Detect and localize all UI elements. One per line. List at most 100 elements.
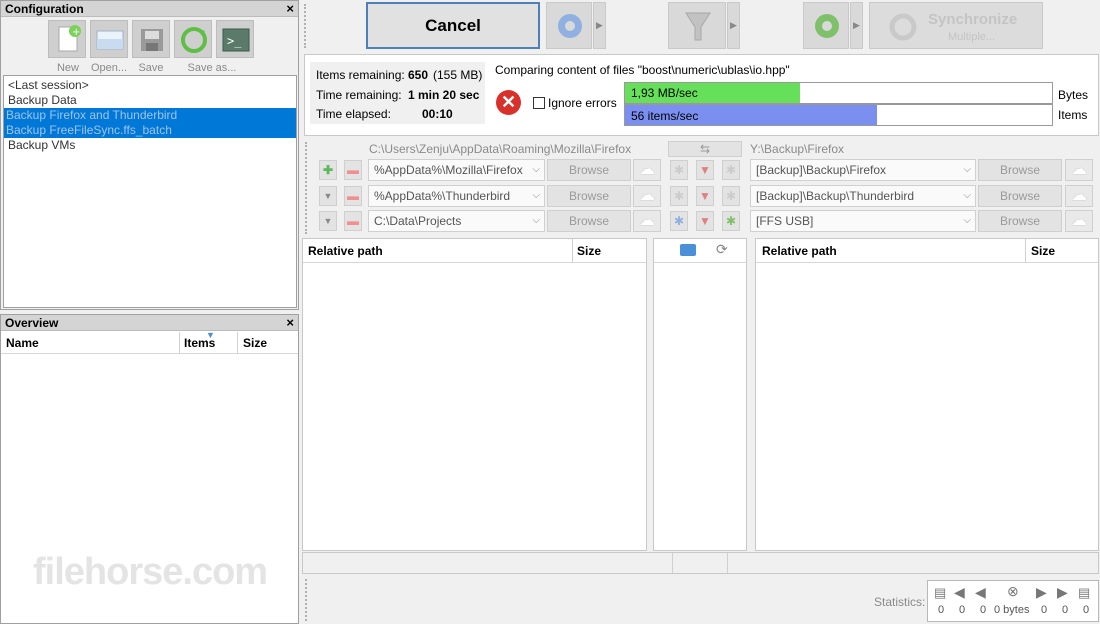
pair-compare-settings-icon[interactable]: ✱ [670,186,688,206]
close-icon[interactable]: × [286,1,294,16]
open-config-button[interactable] [90,20,128,58]
compare-settings-button[interactable] [546,2,592,49]
svg-text:+: + [72,27,80,38]
stat-value: 0 [1062,604,1069,616]
config-item[interactable]: Backup Data [6,93,296,108]
time-elapsed-value: 00:10 [422,107,453,121]
right-folder-input[interactable]: [FFS USB] ⌵ [750,210,976,232]
bytes-label: Bytes [1058,88,1089,102]
filter-dropdown-button[interactable]: ▶ [727,2,740,49]
new-config-button[interactable]: + [48,20,86,58]
pair-sync-settings-icon[interactable]: ✱ [722,160,740,180]
status-text: Comparing content of files "boost\numeri… [495,63,790,77]
browse-right-button[interactable]: Browse [978,159,1062,181]
cloud-icon[interactable]: ☁ [633,159,661,181]
column-relative-path[interactable]: Relative path [762,239,837,263]
sync-settings-button[interactable] [803,2,849,49]
right-grid-header: Relative path Size [756,239,1098,263]
bytes-progress-bar: 1,93 MB/sec [624,82,1053,104]
cloud-icon[interactable]: ☁ [1065,185,1093,207]
time-remaining-label: Time remaining: [316,88,402,102]
watermark-logo: filehorse.com [33,551,268,593]
right-folder-input[interactable]: [Backup]\Backup\Thunderbird ⌵ [750,185,976,207]
remove-folder-pair-button[interactable]: ▬ [344,211,362,231]
browse-right-button[interactable]: Browse [978,210,1062,232]
remove-folder-pair-button[interactable]: ▬ [344,186,362,206]
splitter-grip[interactable] [304,4,307,48]
statistics-box: ▤ ◀ ◀ ⊗ ▶ ▶ ▤ 0 0 0 0 bytes 0 0 0 [927,580,1099,622]
pair-compare-settings-icon[interactable]: ✱ [670,211,688,231]
open-config-icon [96,30,124,50]
right-folder-input[interactable]: [Backup]\Backup\Firefox ⌵ [750,159,976,181]
middle-grid: ⟳ [653,238,747,551]
statistics-label: Statistics: [874,595,926,609]
swap-sides-button[interactable]: ⇆ [668,141,742,157]
create-right-icon: ▶ [1036,584,1047,600]
move-down-button[interactable]: ▼ [319,211,337,231]
right-file-grid: Relative path Size [755,238,1099,551]
cloud-icon[interactable]: ☁ [633,185,661,207]
batch-job-button[interactable]: >_ [216,20,254,58]
save-button[interactable] [132,20,170,58]
synchronize-button[interactable]: Synchronize Multiple... [869,2,1043,49]
gear-icon [815,14,839,38]
ignore-errors-checkbox[interactable] [533,97,545,109]
left-folder-input[interactable]: C:\Data\Projects ⌵ [368,210,545,232]
overview-panel: Overview × Name Items ▼ Size filehorse.c… [0,314,299,624]
cancel-button[interactable]: Cancel [366,2,540,49]
cloud-icon[interactable]: ☁ [633,210,661,232]
ignore-errors-label[interactable]: Ignore errors [548,96,617,110]
sync-icon [889,13,917,41]
pair-filter-icon[interactable]: ▼ [696,186,714,206]
config-item[interactable]: Backup FreeFileSync.ffs_batch [4,123,296,138]
cloud-icon[interactable]: ☁ [1065,210,1093,232]
move-down-button[interactable]: ▼ [319,186,337,206]
browse-left-button[interactable]: Browse [547,210,631,232]
filter-icon [685,12,711,41]
browse-left-button[interactable]: Browse [547,159,631,181]
items-label: Items [1058,108,1088,122]
pair-compare-settings-icon[interactable]: ✱ [670,160,688,180]
create-left-icon: ▤ [934,585,947,600]
column-size[interactable]: Size [1031,239,1055,263]
items-progress-bar: 56 items/sec [624,104,1053,126]
column-name[interactable]: Name [6,332,39,354]
left-folder-input[interactable]: %AppData%\Mozilla\Firefox ⌵ [368,159,545,181]
update-left-icon: ◀ [954,584,965,600]
remove-folder-pair-button[interactable]: ▬ [344,160,362,180]
pair-filter-icon[interactable]: ▼ [696,160,714,180]
config-item[interactable]: <Last session> [6,78,296,93]
compare-dropdown-button[interactable]: ▶ [593,2,606,49]
filter-button[interactable] [668,2,726,49]
sync-dropdown-button[interactable]: ▶ [850,2,863,49]
configuration-panel-title: Configuration × [1,1,298,17]
add-folder-pair-button[interactable]: ✚ [319,160,337,180]
save-as-icon [181,27,207,53]
stat-value: 0 [980,604,987,616]
time-remaining-value: 1 min 20 sec [408,88,480,102]
config-item[interactable]: Backup VMs [6,138,296,153]
save-as-button[interactable] [174,20,212,58]
data-transfer-icon: ⊗ [1007,583,1019,599]
cloud-icon[interactable]: ☁ [1065,159,1093,181]
browse-left-button[interactable]: Browse [547,185,631,207]
column-size[interactable]: Size [243,332,267,354]
stat-value: 0 [938,604,945,616]
stat-value: 0 [959,604,966,616]
save-as-label: Save as... [187,62,237,74]
update-right-icon: ▶ [1057,584,1068,600]
refresh-icon[interactable]: ⟳ [716,241,728,258]
close-icon[interactable]: × [286,315,294,330]
pair-sync-settings-icon[interactable]: ✱ [722,211,740,231]
stat-value: 0 [1041,604,1048,616]
pair-sync-settings-icon[interactable]: ✱ [722,186,740,206]
new-config-icon: + [58,25,81,52]
browse-right-button[interactable]: Browse [978,185,1062,207]
column-relative-path[interactable]: Relative path [308,239,383,263]
pair-filter-icon[interactable]: ▼ [696,211,714,231]
config-item[interactable]: Backup Firefox and Thunderbird [4,108,296,123]
left-folder-input[interactable]: %AppData%\Thunderbird ⌵ [368,185,545,207]
column-size[interactable]: Size [577,239,601,263]
left-base-folder: C:\Users\Zenju\AppData\Roaming\Mozilla\F… [369,142,632,156]
camera-icon[interactable] [680,244,696,256]
